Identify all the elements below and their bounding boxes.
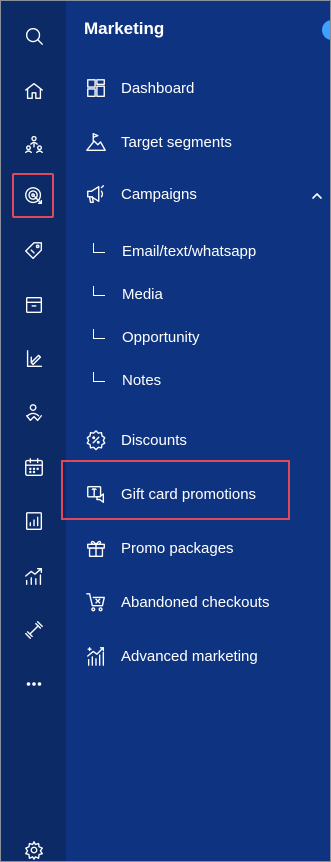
- panel-edge-dot: [322, 20, 330, 40]
- dashboard-icon: [84, 76, 108, 100]
- fitness-icon[interactable]: [1, 610, 66, 650]
- megaphone-icon: [84, 182, 108, 206]
- nav-item-label: Promo packages: [121, 539, 234, 557]
- target-segments-icon: [84, 130, 108, 154]
- sub-item-notes[interactable]: Notes: [93, 367, 161, 393]
- advanced-chart-icon: [84, 644, 108, 668]
- analytics-icon[interactable]: [1, 556, 66, 596]
- marketing-target-icon[interactable]: [1, 176, 66, 216]
- settings-icon[interactable]: [1, 839, 66, 861]
- sub-item-opportunity[interactable]: Opportunity: [93, 324, 200, 350]
- sub-item-label: Notes: [122, 371, 162, 389]
- gift-box-icon: [84, 536, 108, 560]
- nav-item-label: Abandoned checkouts: [121, 593, 270, 611]
- sub-item-label: Email/text/whatsapp: [122, 242, 257, 260]
- nav-item-label: Advanced marketing: [121, 647, 258, 665]
- box-icon[interactable]: [1, 285, 66, 325]
- design-icon[interactable]: [1, 339, 66, 379]
- nav-item-abandoned-checkouts[interactable]: Abandoned checkouts: [84, 587, 269, 617]
- branch-connector: [93, 372, 105, 382]
- panel-title: Marketing: [84, 19, 165, 38]
- marketing-panel: Marketing Dashboard Target segments Camp…: [66, 1, 330, 861]
- sub-item-label: Media: [122, 285, 163, 303]
- nav-item-label: Dashboard: [121, 79, 195, 97]
- sub-item-label: Opportunity: [122, 328, 200, 346]
- home-icon[interactable]: [1, 71, 66, 111]
- nav-item-discounts[interactable]: Discounts: [84, 425, 187, 455]
- chevron-up-icon[interactable]: [310, 189, 324, 203]
- branch-connector: [93, 243, 105, 253]
- discount-icon: [84, 428, 108, 452]
- branch-connector: [93, 286, 105, 296]
- branch-connector: [93, 329, 105, 339]
- nav-item-target-segments[interactable]: Target segments: [84, 127, 232, 157]
- nav-item-label: Target segments: [121, 133, 232, 151]
- search-icon[interactable]: [1, 16, 66, 56]
- icon-rail: [1, 1, 66, 861]
- nav-item-label: Discounts: [121, 431, 187, 449]
- staff-icon[interactable]: [1, 393, 66, 433]
- calendar-icon[interactable]: [1, 447, 66, 487]
- sub-item-email-text-whatsapp[interactable]: Email/text/whatsapp: [93, 238, 256, 264]
- gift-card-highlight-box: [61, 460, 290, 520]
- nav-item-dashboard[interactable]: Dashboard: [84, 73, 194, 103]
- app-frame: Marketing Dashboard Target segments Camp…: [0, 0, 331, 862]
- nav-item-label: Campaigns: [121, 185, 197, 203]
- tag-icon[interactable]: [1, 231, 66, 271]
- more-icon[interactable]: [1, 664, 66, 704]
- cart-icon: [84, 590, 108, 614]
- report-icon[interactable]: [1, 501, 66, 541]
- nav-item-promo-packages[interactable]: Promo packages: [84, 533, 234, 563]
- customers-icon[interactable]: [1, 125, 66, 165]
- nav-item-advanced-marketing[interactable]: Advanced marketing: [84, 641, 258, 671]
- sub-item-media[interactable]: Media: [93, 281, 163, 307]
- nav-item-campaigns[interactable]: Campaigns: [84, 179, 197, 209]
